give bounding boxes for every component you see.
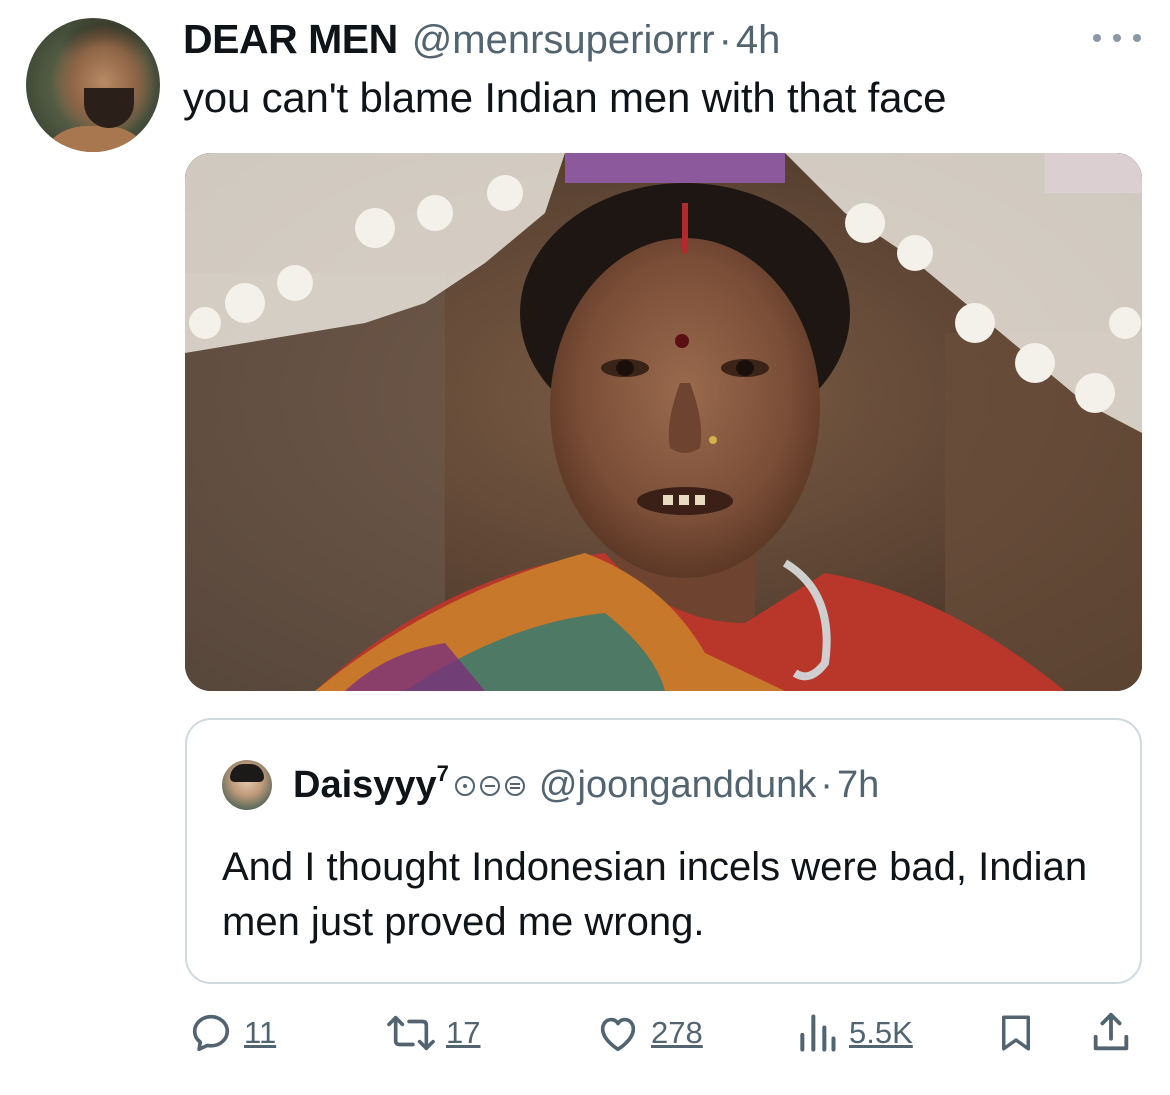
- author-handle[interactable]: @menrsuperiorrr: [412, 18, 715, 63]
- name-emoji-icons: [454, 775, 525, 796]
- quoted-author-superscript: 7: [436, 760, 449, 786]
- quoted-tweet-timestamp[interactable]: 7h: [837, 764, 879, 807]
- circle-minus-icon: [479, 775, 500, 796]
- avatar-hair: [230, 764, 264, 782]
- repost-button[interactable]: 17: [386, 1010, 480, 1056]
- avatar-shoulder: [36, 126, 156, 152]
- views-icon: [800, 1014, 836, 1052]
- tweet-action-bar: 11 17 278 5.5K: [0, 1010, 1170, 1070]
- quoted-author-handle[interactable]: @joonganddunk: [539, 764, 816, 807]
- photo-illustration: [185, 153, 1142, 691]
- views-count[interactable]: 5.5K: [849, 1015, 913, 1051]
- circle-dot-icon: [454, 775, 475, 796]
- like-button[interactable]: 278: [595, 1010, 703, 1056]
- author-avatar[interactable]: [26, 18, 160, 152]
- repost-icon: [387, 1015, 435, 1051]
- tweet-media-photo[interactable]: [185, 153, 1142, 691]
- tweet-header: DEAR MEN @menrsuperiorrr · 4h: [183, 16, 780, 63]
- quoted-tweet-card[interactable]: Daisyyy 7 @joonganddunk · 7h And I thoug…: [185, 718, 1142, 984]
- separator-dot: ·: [820, 764, 833, 806]
- reply-button[interactable]: 11: [188, 1010, 276, 1056]
- like-count[interactable]: 278: [651, 1015, 703, 1051]
- quoted-tweet-text: And I thought Indonesian incels were bad…: [222, 845, 1088, 944]
- author-display-name[interactable]: DEAR MEN: [183, 16, 398, 63]
- bookmark-icon: [1002, 1015, 1030, 1051]
- reply-count[interactable]: 11: [244, 1015, 276, 1051]
- views-button[interactable]: 5.5K: [795, 1010, 913, 1056]
- repost-count[interactable]: 17: [446, 1015, 480, 1051]
- tweet-text: you can't blame Indian men with that fac…: [183, 74, 947, 121]
- reply-icon: [192, 1014, 230, 1052]
- more-horizontal-icon[interactable]: [1093, 30, 1141, 46]
- quoted-author-avatar[interactable]: [222, 760, 272, 810]
- share-icon: [1093, 1012, 1129, 1051]
- bookmark-button[interactable]: [995, 1010, 1037, 1056]
- heart-icon: [600, 1017, 636, 1052]
- quoted-author-display-name[interactable]: Daisyyy: [293, 764, 437, 807]
- share-button[interactable]: [1088, 1010, 1134, 1056]
- tweet-timestamp[interactable]: 4h: [736, 18, 781, 63]
- circle-equals-icon: [504, 775, 525, 796]
- avatar-beard: [84, 88, 134, 128]
- quoted-tweet-header: Daisyyy 7 @joonganddunk · 7h: [293, 760, 879, 807]
- separator-dot: ·: [718, 18, 732, 62]
